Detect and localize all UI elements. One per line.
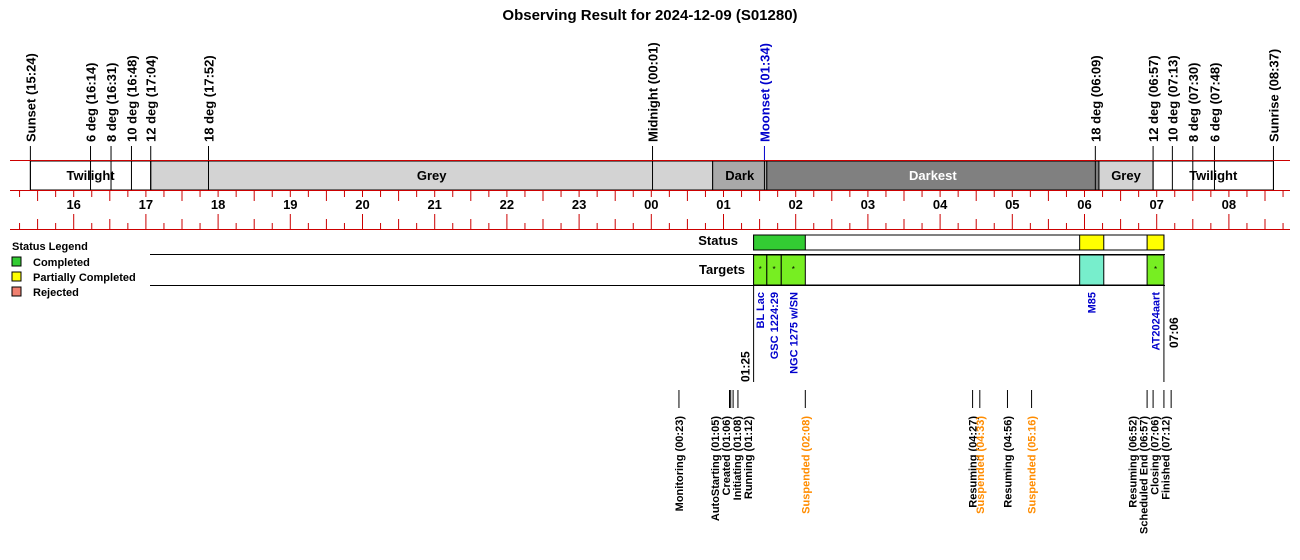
- top-event-label: Moonset (01:34): [757, 43, 772, 142]
- axis-tick-label: 06: [1077, 197, 1091, 212]
- top-event-label: 18 deg (17:52): [201, 55, 216, 142]
- bottom-event-label: Resuming (04:56): [1002, 416, 1014, 508]
- top-event-label: 6 deg (07:48): [1207, 63, 1222, 142]
- bottom-event-label: Finished (07:12): [1161, 416, 1173, 500]
- axis-tick-label: 01: [716, 197, 730, 212]
- target-mark: *: [792, 265, 795, 274]
- target-name-label: AT2024aart: [1151, 292, 1163, 351]
- status-segment: [1146, 234, 1165, 251]
- axis-tick-label: 18: [211, 197, 225, 212]
- axis-tick-label: 03: [861, 197, 875, 212]
- axis-tick-label: 21: [427, 197, 441, 212]
- bottom-events: Monitoring (00:23) AutoStarting (01:05) Cr…: [674, 390, 1173, 534]
- sky-band-label: Grey: [417, 168, 447, 183]
- legend-title: Status Legend: [12, 241, 88, 253]
- axis-tick-label: 00: [644, 197, 658, 212]
- bottom-event-label: Suspended (05:16): [1027, 416, 1039, 514]
- time-mark-label: 07:06: [1167, 317, 1181, 348]
- sky-band-label: Twilight: [1189, 168, 1238, 183]
- time-axis: 16 17 18 19 20 21 22 23 00 01 02 03 04 05 06 07 08: [10, 191, 1290, 230]
- target-mark: *: [1154, 265, 1157, 274]
- chart-title: Observing Result for 2024-12-09 (S01280): [502, 7, 797, 24]
- legend-label: Partially Completed: [33, 272, 136, 284]
- legend-swatch: [11, 271, 22, 282]
- sky-band-label: Darkest: [909, 168, 957, 183]
- bottom-event-label: Running (01:12): [743, 416, 755, 499]
- status-segment: [1079, 234, 1105, 251]
- top-event-label: 8 deg (16:31): [104, 63, 119, 142]
- target-mark: *: [772, 265, 775, 274]
- sky-bands: Twilight Grey Dark Darkest Grey Twilight: [10, 160, 1290, 191]
- target-name-label: M85: [1087, 292, 1099, 313]
- axis-tick-label: 05: [1005, 197, 1019, 212]
- legend-label: Rejected: [33, 287, 79, 299]
- status-legend: Status Legend Completed Partially Complete…: [11, 241, 136, 299]
- top-event-label: 6 deg (16:14): [84, 63, 99, 142]
- target-name-label: NGC 1275 w/SN: [788, 292, 800, 374]
- bottom-event-label: Suspended (04:33): [975, 416, 987, 514]
- top-event-label: 8 deg (07:30): [1186, 63, 1201, 142]
- top-event-label: Sunrise (08:37): [1266, 49, 1281, 142]
- axis-tick-label: 07: [1149, 197, 1163, 212]
- bottom-event-label: Suspended (02:08): [800, 416, 812, 514]
- top-event-label: 12 deg (17:04): [144, 55, 159, 142]
- axis-tick-label: 23: [572, 197, 586, 212]
- legend-label: Completed: [33, 257, 90, 269]
- target-name-label: GSC 1224:29: [769, 292, 781, 359]
- observing-timeline-chart: Observing Result for 2024-12-09 (S01280)…: [10, 7, 1290, 534]
- target-block: [1079, 254, 1105, 286]
- axis-tick-label: 04: [933, 197, 948, 212]
- axis-tick-label: 16: [66, 197, 80, 212]
- legend-swatch: [11, 286, 22, 297]
- axis-tick-label: 02: [788, 197, 802, 212]
- top-event-label: 12 deg (06:57): [1146, 55, 1161, 142]
- axis-tick-label: 22: [500, 197, 514, 212]
- axis-tick-label: 17: [139, 197, 153, 212]
- status-target-rows: Status Targets * * * *: [150, 233, 1165, 286]
- top-event-label: Sunset (15:24): [23, 53, 38, 142]
- top-events: Sunset (15:24) 6 deg (16:14) 8 deg (16:31)…: [23, 42, 1281, 160]
- sky-band-label: Dark: [725, 168, 755, 183]
- axis-tick-label: 08: [1222, 197, 1236, 212]
- axis-tick-label: 19: [283, 197, 297, 212]
- targets-row-label: Targets: [699, 262, 745, 277]
- top-event-label: Midnight (00:01): [646, 42, 661, 142]
- sky-band-label: Grey: [1111, 168, 1141, 183]
- top-event-label: 10 deg (16:48): [124, 55, 139, 142]
- status-segment: [753, 234, 806, 251]
- bottom-event-label: Monitoring (00:23): [674, 416, 686, 512]
- status-row-label: Status: [698, 233, 738, 248]
- top-event-label: 18 deg (06:09): [1088, 55, 1103, 142]
- legend-swatch: [11, 256, 22, 267]
- time-mark-label: 01:25: [739, 351, 753, 382]
- top-event-label: 10 deg (07:13): [1165, 55, 1180, 142]
- axis-tick-label: 20: [355, 197, 369, 212]
- target-name-label: BL Lac: [755, 292, 767, 328]
- target-labels: BL Lac GSC 1224:29 NGC 1275 w/SN M85 AT2024a…: [739, 286, 1181, 382]
- target-mark: *: [759, 265, 762, 274]
